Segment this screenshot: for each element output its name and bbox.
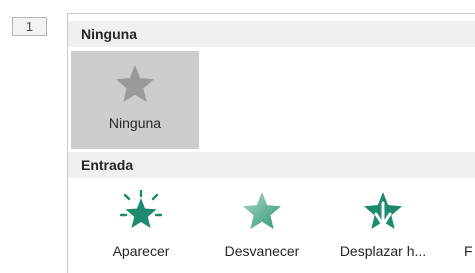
animation-appear-label: Aparecer — [112, 243, 170, 259]
animation-none[interactable]: Ninguna — [71, 51, 199, 149]
animation-none-label: Ninguna — [108, 115, 162, 131]
star-gray-icon — [116, 65, 154, 102]
animation-fly-in-label: Desplazar h... — [339, 243, 427, 259]
blank-icon — [464, 190, 475, 232]
section-header-none: Ninguna — [68, 21, 475, 47]
section-header-entrada: Entrada — [68, 152, 475, 178]
slide-number-badge: 1 — [12, 17, 47, 36]
animation-gallery: Ninguna Ninguna Entrada Aparecer Desvane… — [67, 13, 475, 273]
appear-star-icon — [119, 190, 163, 228]
fade-star-icon — [243, 192, 281, 229]
animation-fade[interactable]: Desvanecer — [213, 190, 311, 259]
fly-in-star-icon — [364, 192, 402, 229]
animation-appear[interactable]: Aparecer — [92, 190, 190, 259]
animation-next-partial[interactable]: F — [464, 190, 475, 259]
animation-fade-label: Desvanecer — [224, 243, 300, 259]
animation-next-partial-label: F — [464, 243, 473, 259]
animation-fly-in[interactable]: Desplazar h... — [334, 190, 432, 259]
